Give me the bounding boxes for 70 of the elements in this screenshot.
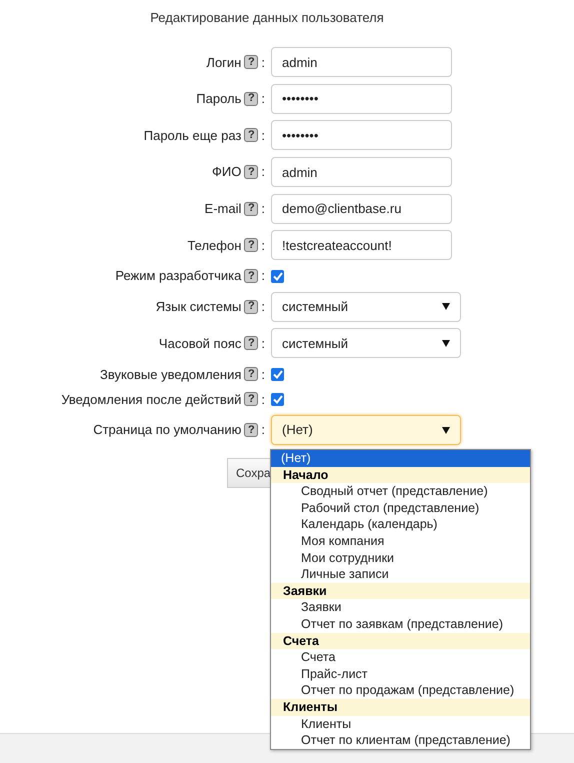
colon: :: [261, 390, 265, 408]
select-field[interactable]: системный: [271, 328, 461, 358]
dropdown-option[interactable]: Отчет по заявкам (представление): [271, 616, 530, 633]
caret-icon: [442, 303, 450, 310]
input-field[interactable]: !testcreateaccount!: [271, 230, 452, 260]
input-field[interactable]: admin: [271, 47, 452, 78]
colon: :: [261, 366, 265, 384]
colon: :: [261, 267, 265, 286]
help-icon[interactable]: ?: [244, 367, 258, 382]
dropdown-option[interactable]: Клиенты: [271, 716, 530, 732]
select-field[interactable]: системный: [271, 292, 461, 322]
colon: :: [261, 421, 265, 440]
dropdown-option[interactable]: Личные записи: [271, 566, 530, 583]
help-icon[interactable]: ?: [244, 92, 258, 106]
colon: :: [261, 163, 265, 182]
help-icon[interactable]: ?: [244, 238, 258, 252]
field-label: ФИО: [212, 163, 242, 182]
field-label: Пароль: [196, 90, 242, 108]
dropdown-option[interactable]: Отчет по продажам (представление): [271, 682, 530, 699]
dropdown-option[interactable]: Отчет по клиентам (представление): [271, 732, 530, 749]
dropdown-option[interactable]: Календарь (календарь): [271, 516, 530, 533]
field-label: Страница по умолчанию: [93, 421, 242, 440]
colon: :: [261, 54, 265, 72]
dropdown-option[interactable]: Заявки: [271, 599, 530, 616]
input-field[interactable]: admin: [271, 157, 452, 188]
colon: :: [261, 334, 265, 353]
checkbox[interactable]: [271, 270, 284, 283]
help-icon[interactable]: ?: [244, 300, 258, 314]
help-icon[interactable]: ?: [244, 128, 258, 142]
dropdown-option[interactable]: Прайс-лист: [271, 666, 530, 682]
input-field[interactable]: demo@clientbase.ru: [271, 194, 452, 224]
option-group-label: Заявки: [271, 582, 530, 600]
help-icon[interactable]: ?: [244, 55, 258, 70]
field-label: Звуковые уведомления: [100, 366, 242, 384]
page-title: Редактирование данных пользователя: [149, 9, 385, 27]
help-icon[interactable]: ?: [244, 202, 258, 216]
input-field[interactable]: ••••••••: [271, 84, 452, 114]
checkbox[interactable]: [271, 392, 284, 406]
field-label: Уведомления после действий: [61, 390, 242, 409]
colon: :: [261, 90, 265, 108]
field-label: Язык системы: [156, 298, 242, 316]
help-icon[interactable]: ?: [244, 165, 258, 180]
help-icon[interactable]: ?: [244, 392, 258, 406]
dropdown-option[interactable]: (Нет): [271, 450, 530, 467]
colon: :: [261, 236, 265, 255]
help-icon[interactable]: ?: [244, 423, 258, 438]
field-label: Пароль еще раз: [144, 126, 242, 145]
dropdown-option[interactable]: Рабочий стол (представление): [271, 500, 530, 516]
colon: :: [261, 298, 265, 316]
caret-icon: [442, 426, 450, 434]
help-icon[interactable]: ?: [244, 269, 258, 284]
field-label: Телефон: [187, 236, 242, 255]
input-field[interactable]: ••••••••: [271, 120, 452, 150]
dropdown-option[interactable]: Мои сотрудники: [271, 550, 530, 566]
option-group-label: Счета: [271, 632, 530, 650]
dropdown-option[interactable]: Моя компания: [271, 532, 530, 550]
help-icon[interactable]: ?: [244, 336, 258, 350]
field-label: Режим разработчика: [115, 267, 242, 286]
dropdown-option[interactable]: Счета: [271, 649, 530, 666]
colon: :: [261, 126, 265, 145]
dropdown-option[interactable]: Сводный отчет (представление): [271, 483, 530, 500]
field-label: Логин: [206, 54, 242, 72]
option-group-label: Начало: [271, 466, 530, 484]
field-label: Часовой пояс: [158, 334, 242, 353]
option-group-label: Клиенты: [271, 698, 530, 716]
caret-icon: [442, 340, 450, 347]
field-label: E-mail: [204, 200, 242, 218]
select-field[interactable]: (Нет): [271, 415, 461, 446]
checkbox[interactable]: [271, 368, 284, 381]
colon: :: [261, 200, 265, 218]
